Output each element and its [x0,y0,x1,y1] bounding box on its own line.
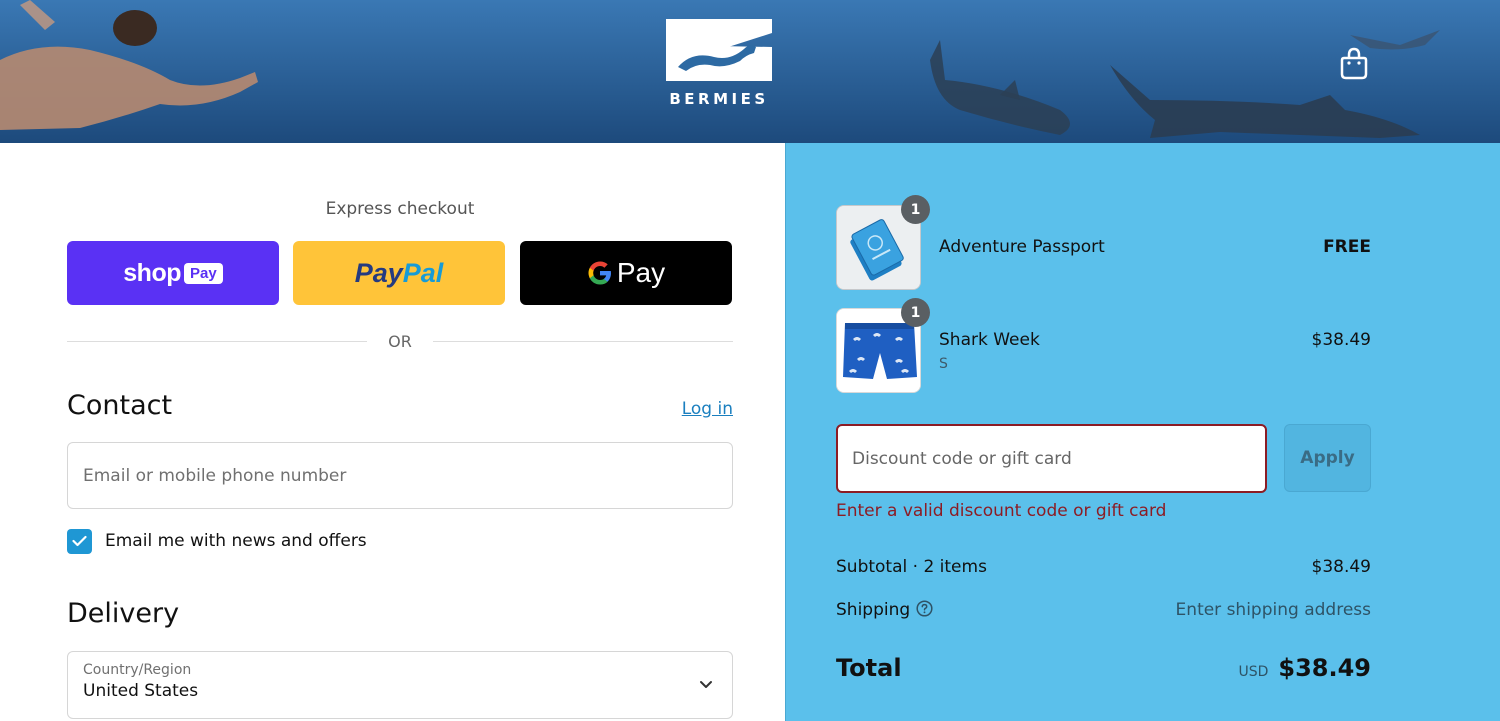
shop-pay-button[interactable]: shop Pay [67,241,279,305]
paypal-button[interactable]: PayPal [293,241,505,305]
subtotal-label: Subtotal · 2 items [836,557,987,577]
email-field[interactable] [68,443,732,508]
country-value: United States [83,681,199,701]
total-row: Total USD $38.49 [836,654,1371,682]
subtotal-value: $38.49 [1311,557,1371,577]
total-amount: $38.49 [1278,654,1371,682]
line-item: 1 Shark Week S $38.49 [836,298,1371,394]
shipping-label: Shipping [836,600,911,620]
item-name: Adventure Passport [939,237,1105,257]
newsletter-label: Email me with news and offers [105,531,367,551]
header-banner: BERMIES [0,0,1500,143]
checkout-form: Express checkout shop Pay PayPal Pay OR … [0,143,785,721]
country-select[interactable]: Country/Region United States [67,651,733,719]
item-price: FREE [1323,237,1371,257]
google-g-icon [588,261,611,285]
quantity-badge: 1 [901,195,930,224]
contact-heading: Contact [67,390,173,421]
or-divider: OR [67,329,733,355]
express-checkout-title: Express checkout [325,199,475,219]
newsletter-checkbox[interactable] [67,528,92,554]
shop-pay-label: shop [123,258,181,287]
google-pay-logo: Pay [587,257,665,289]
item-variant: S [939,356,948,372]
total-currency: USD [1238,664,1269,680]
newsletter-option[interactable]: Email me with news and offers [67,528,367,554]
discount-field-wrapper [836,424,1267,493]
google-pay-label: Pay [616,257,666,288]
shopping-bag-icon[interactable] [1338,46,1370,80]
order-summary: 1 Adventure Passport FREE 1 Shark Week S… [785,143,1500,721]
discount-code-input[interactable] [838,426,1265,491]
help-icon[interactable] [916,600,933,617]
or-text: OR [388,332,412,351]
google-pay-button[interactable]: Pay [520,241,732,305]
subtotal-row: Subtotal · 2 items $38.49 [836,557,1371,577]
shipping-row: Shipping Enter shipping address [836,600,1371,620]
chevron-down-icon [700,681,712,688]
paypal-logo: PayPal [355,258,444,289]
delivery-heading: Delivery [67,598,180,629]
total-label: Total [836,654,902,682]
paypal-pal-text: Pal [402,257,444,288]
discount-error-message: Enter a valid discount code or gift card [836,501,1167,521]
email-field-wrapper [67,442,733,509]
divider-line-right [433,341,733,342]
apply-discount-button[interactable]: Apply [1284,424,1371,492]
divider-line-left [67,341,367,342]
quantity-badge: 1 [901,298,930,327]
country-label: Country/Region [83,662,192,678]
item-name: Shark Week [939,330,1040,350]
item-price: $38.49 [1311,330,1371,350]
line-item: 1 Adventure Passport FREE [836,195,1371,291]
login-link[interactable]: Log in [640,399,733,419]
total-value-group: USD $38.49 [1238,654,1371,682]
shipping-value: Enter shipping address [1175,600,1371,620]
brand-name: BERMIES [669,90,769,108]
shop-pay-badge: Pay [184,262,223,284]
checkmark-icon [72,535,87,547]
paypal-pay-text: Pay [354,257,403,288]
